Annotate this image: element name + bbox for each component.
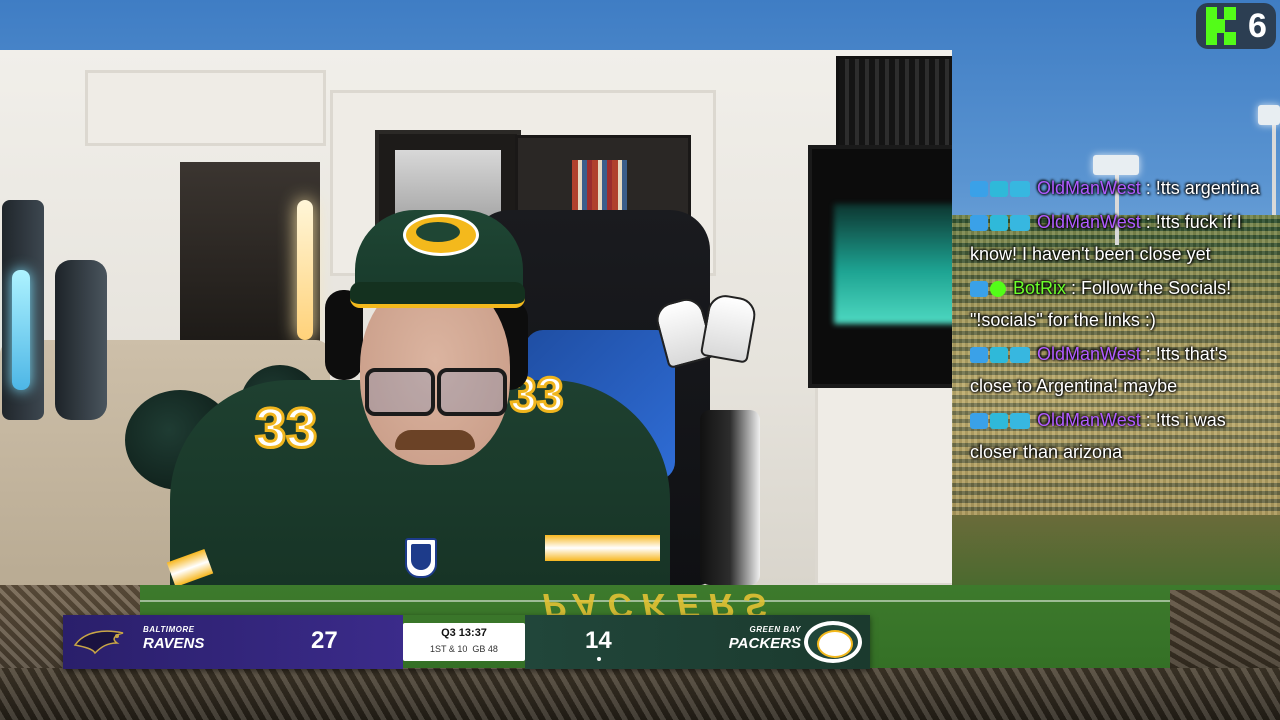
- chat-message: OldManWest : !tts that's close to Argent…: [970, 344, 1228, 396]
- packers-g-logo-icon: [403, 214, 479, 256]
- ravens-logo-icon: [71, 623, 135, 661]
- sub-badge-icon: [1010, 347, 1030, 364]
- webcam-feed: 33 33: [0, 50, 952, 585]
- golf-club-cover: [699, 292, 759, 364]
- chat-message: OldManWest : !tts fuck if I know! I have…: [970, 212, 1242, 264]
- away-team-panel: BALTIMORE RAVENS 27: [63, 615, 403, 669]
- sub-badge-icon: [1010, 413, 1030, 430]
- chat-message: OldManWest : !tts argentina: [970, 172, 1270, 204]
- game-clock: Q3 13:37: [441, 627, 487, 639]
- wrench-icon: [970, 181, 988, 198]
- chat-text: !tts argentina: [1155, 178, 1260, 198]
- scoreboard: BALTIMORE RAVENS 27 Q3 13:37 1ST & 10 GB…: [63, 615, 870, 669]
- kick-viewer-badge: 6: [1196, 3, 1276, 49]
- water-bottle: [0, 170, 110, 420]
- possession-indicator: [597, 657, 601, 661]
- jersey-stripe: [545, 535, 660, 561]
- golf-bag: [652, 292, 770, 585]
- chat-username[interactable]: BotRix: [1013, 278, 1066, 298]
- home-name: PACKERS: [728, 635, 801, 652]
- away-name: RAVENS: [143, 635, 205, 652]
- chat-username[interactable]: OldManWest: [1037, 410, 1141, 430]
- cap-brim: [350, 282, 525, 308]
- home-score: 14: [585, 627, 612, 654]
- stadium-light-icon: [1258, 105, 1280, 125]
- jersey-number: 33: [253, 395, 318, 461]
- chat-username[interactable]: OldManWest: [1037, 178, 1141, 198]
- wall-vent: [836, 56, 952, 148]
- packers-logo-icon: [804, 621, 862, 663]
- wall-panel: [85, 70, 326, 146]
- sub-badge-icon: [1010, 215, 1030, 232]
- cube-icon: [990, 347, 1008, 364]
- away-score: 27: [311, 627, 338, 654]
- mustache: [395, 430, 475, 450]
- viewer-count: 6: [1248, 6, 1267, 45]
- electric-fireplace: [808, 145, 952, 388]
- wrench-icon: [970, 413, 988, 430]
- lamp: [297, 200, 313, 340]
- sub-badge-icon: [1010, 181, 1030, 198]
- down-and-distance: 1ST & 10: [430, 644, 468, 654]
- home-team-panel: 14 GREEN BAY PACKERS: [525, 615, 870, 669]
- crowd: [0, 668, 1280, 720]
- nfl-logo-icon: [405, 538, 437, 578]
- golf-bag-body: [700, 410, 760, 585]
- down-distance: 1ST & 10 GB 48: [403, 644, 525, 654]
- chat-username[interactable]: OldManWest: [1037, 344, 1141, 364]
- chat-message: BotRix : Follow the Socials! "!socials" …: [970, 278, 1232, 330]
- away-city: BALTIMORE: [143, 625, 195, 634]
- chat-text: Follow the Socials! "!socials" for the l…: [970, 278, 1232, 330]
- cube-icon: [990, 181, 1008, 198]
- chat-username[interactable]: OldManWest: [1037, 212, 1141, 232]
- wrench-icon: [970, 281, 988, 298]
- wall-panel: [815, 370, 952, 585]
- wrench-icon: [970, 215, 988, 232]
- home-city: GREEN BAY: [749, 625, 801, 634]
- chat-overlay: OldManWest : !tts argentina OldManWest :…: [970, 172, 1270, 470]
- glasses: [365, 368, 507, 416]
- ball-position: GB 48: [472, 644, 498, 654]
- chat-message: OldManWest : !tts i was closer than ariz…: [970, 410, 1226, 462]
- light-pole: [1272, 125, 1276, 215]
- cube-icon: [990, 413, 1008, 430]
- wrench-icon: [970, 347, 988, 364]
- game-clock-panel: Q3 13:37 1ST & 10 GB 48: [403, 623, 525, 661]
- verified-icon: [990, 281, 1006, 298]
- cube-icon: [990, 215, 1008, 232]
- kick-logo-icon: [1206, 7, 1238, 45]
